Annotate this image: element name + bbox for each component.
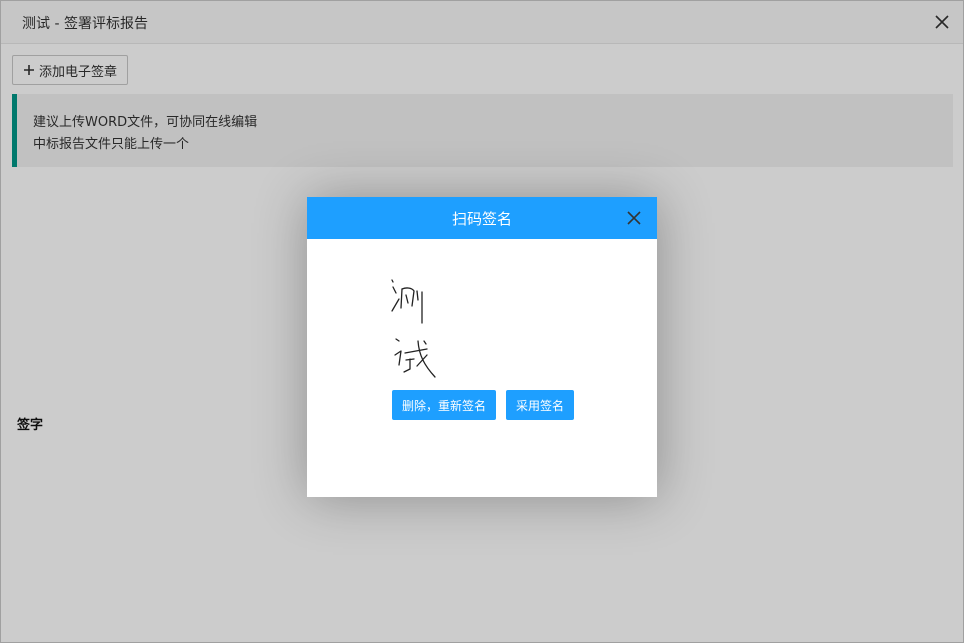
scan-sign-modal: 扫码签名 删除，重新签名 采用签名 [307, 197, 657, 497]
close-icon[interactable] [625, 209, 643, 227]
modal-header: 扫码签名 [307, 197, 657, 239]
redo-signature-button[interactable]: 删除，重新签名 [392, 390, 496, 420]
modal-title: 扫码签名 [451, 210, 512, 228]
handwritten-signature [391, 279, 436, 378]
use-signature-button[interactable]: 采用签名 [506, 390, 574, 420]
